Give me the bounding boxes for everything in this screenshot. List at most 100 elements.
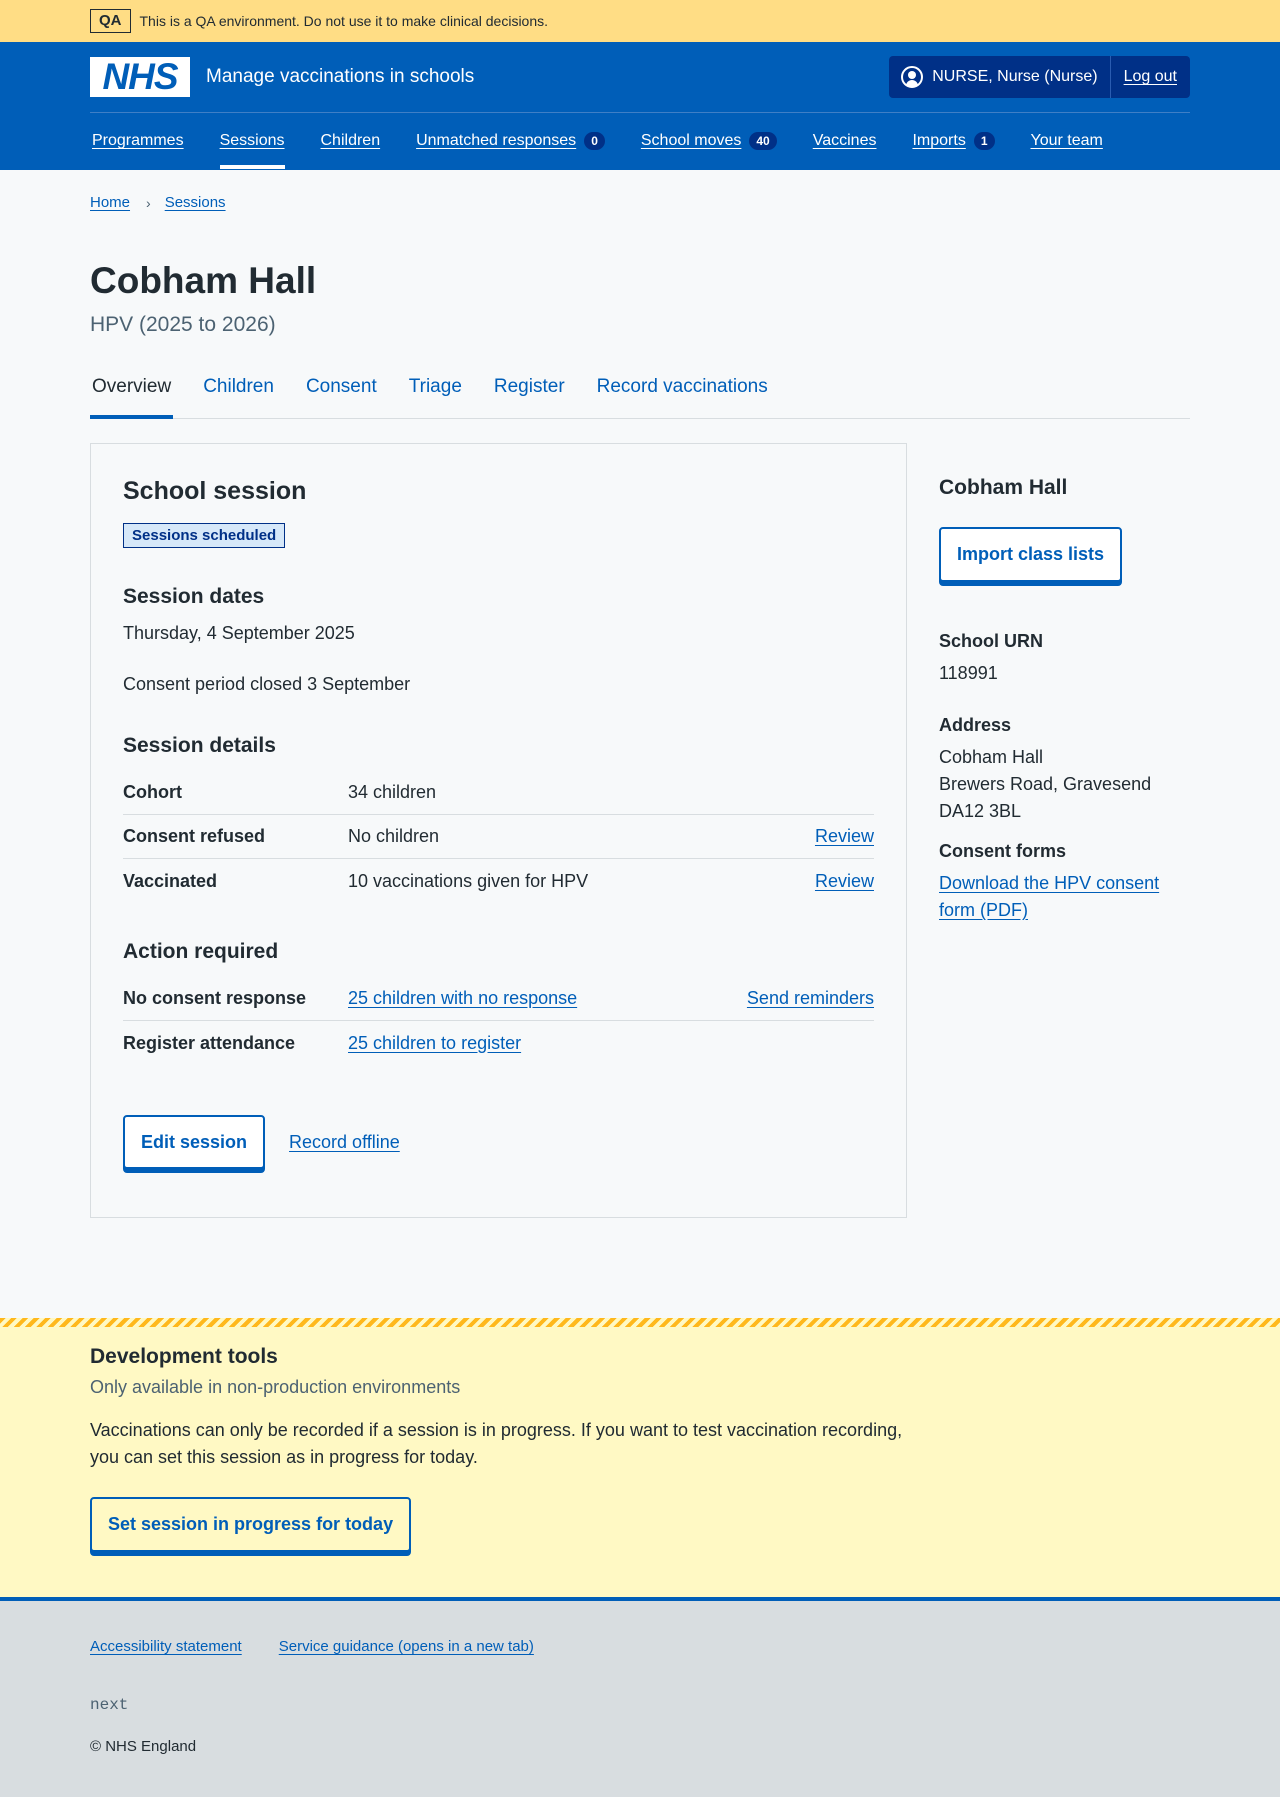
breadcrumb-home[interactable]: Home bbox=[90, 194, 130, 211]
site-footer: Accessibility statement Service guidance… bbox=[0, 1597, 1280, 1797]
address-value: Cobham Hall Brewers Road, Gravesend DA12… bbox=[939, 744, 1190, 825]
school-sidebar: Cobham Hall Import class lists School UR… bbox=[939, 443, 1190, 1218]
account-menu: NURSE, Nurse (Nurse) Log out bbox=[889, 56, 1190, 98]
school-moves-count: 40 bbox=[749, 132, 777, 150]
card-title: School session bbox=[123, 477, 307, 505]
session-details-list: Cohort 34 children Consent refused No ch… bbox=[123, 771, 874, 903]
site-header: NHS Manage vaccinations in schools NURSE… bbox=[0, 42, 1280, 170]
qa-tag: QA bbox=[90, 9, 131, 33]
nav-item-school-moves[interactable]: School moves 40 bbox=[641, 113, 777, 169]
nav-link-children[interactable]: Children bbox=[321, 132, 381, 150]
header-top: NHS Manage vaccinations in schools NURSE… bbox=[90, 42, 1190, 113]
overview-columns: School session Sessions scheduled Sessio… bbox=[90, 443, 1190, 1218]
nav-link-your-team[interactable]: Your team bbox=[1031, 132, 1103, 150]
tab-consent[interactable]: Consent bbox=[304, 375, 379, 418]
review-vaccinated-link[interactable]: Review bbox=[815, 871, 874, 892]
detail-value: 34 children bbox=[348, 782, 437, 802]
send-reminders-link[interactable]: Send reminders bbox=[747, 988, 874, 1009]
import-class-lists-button[interactable]: Import class lists bbox=[939, 527, 1123, 582]
no-response-children-link[interactable]: 25 children with no response bbox=[348, 988, 577, 1008]
imports-count: 1 bbox=[973, 132, 995, 150]
tab-children[interactable]: Children bbox=[201, 375, 276, 418]
tab-register[interactable]: Register bbox=[492, 375, 567, 418]
nav-item-your-team[interactable]: Your team bbox=[1031, 113, 1103, 169]
nav-item-children[interactable]: Children bbox=[321, 113, 381, 169]
nav-link-unmatched-responses[interactable]: Unmatched responses bbox=[416, 132, 576, 150]
edit-session-button[interactable]: Edit session bbox=[123, 1115, 266, 1169]
unmatched-responses-count: 0 bbox=[584, 132, 605, 150]
service-guidance-link[interactable]: Service guidance (opens in a new tab) bbox=[279, 1638, 534, 1655]
children-to-register-link[interactable]: 25 children to register bbox=[348, 1033, 521, 1053]
school-urn-value: 118991 bbox=[939, 663, 998, 683]
nhs-logo[interactable]: NHS bbox=[90, 57, 190, 97]
nav-link-vaccines[interactable]: Vaccines bbox=[813, 132, 877, 150]
school-urn-label: School URN bbox=[939, 631, 1044, 651]
user-icon bbox=[901, 66, 924, 88]
address-line: Brewers Road, Gravesend bbox=[939, 774, 1152, 794]
primary-nav: Programmes Sessions Children Unmatched r… bbox=[90, 113, 1190, 169]
nav-item-sessions[interactable]: Sessions bbox=[219, 113, 285, 169]
detail-value: 10 vaccinations given for HPV bbox=[348, 870, 589, 891]
nav-link-imports[interactable]: Imports bbox=[912, 132, 965, 150]
logout-link[interactable]: Log out bbox=[1111, 68, 1190, 86]
session-details-heading: Session details bbox=[123, 734, 276, 757]
copyright: © NHS England bbox=[90, 1738, 197, 1755]
devtools-title: Development tools bbox=[90, 1345, 278, 1368]
consent-forms-label: Consent forms bbox=[939, 841, 1067, 861]
detail-row-cohort: Cohort 34 children bbox=[123, 771, 874, 815]
school-session-card: School session Sessions scheduled Sessio… bbox=[90, 443, 907, 1218]
address-line: DA12 3BL bbox=[939, 801, 1022, 821]
warning-stripe bbox=[0, 1318, 1280, 1327]
detail-row-vaccinated: Vaccinated 10 vaccinations given for HPV… bbox=[123, 859, 874, 903]
record-offline-link[interactable]: Record offline bbox=[289, 1132, 400, 1153]
detail-value: No children bbox=[348, 826, 440, 846]
set-session-in-progress-button[interactable]: Set session in progress for today bbox=[90, 1497, 412, 1552]
sidebar-title: Cobham Hall bbox=[939, 476, 1068, 499]
detail-key: Cohort bbox=[123, 782, 182, 802]
accessibility-statement-link[interactable]: Accessibility statement bbox=[90, 1638, 242, 1655]
nav-link-sessions[interactable]: Sessions bbox=[220, 132, 285, 150]
nav-link-programmes[interactable]: Programmes bbox=[92, 132, 184, 150]
detail-row-consent-refused: Consent refused No children Review bbox=[123, 815, 874, 859]
action-key: No consent response bbox=[123, 988, 307, 1008]
session-date: Thursday, 4 September 2025 bbox=[123, 623, 355, 643]
address-line: Cobham Hall bbox=[939, 747, 1044, 767]
development-tools: Development tools Only available in non-… bbox=[0, 1318, 1280, 1600]
qa-banner: QA This is a QA environment. Do not use … bbox=[0, 0, 1280, 42]
action-key: Register attendance bbox=[123, 1032, 296, 1053]
review-consent-refused-link[interactable]: Review bbox=[815, 826, 874, 847]
session-dates-heading: Session dates bbox=[123, 585, 265, 608]
page-caption: HPV (2025 to 2026) bbox=[90, 313, 276, 336]
action-required-heading: Action required bbox=[123, 940, 279, 963]
tab-triage[interactable]: Triage bbox=[407, 375, 464, 418]
breadcrumb: Home › Sessions bbox=[90, 194, 1190, 211]
consent-period: Consent period closed 3 September bbox=[123, 674, 411, 694]
qa-banner-text: This is a QA environment. Do not use it … bbox=[139, 13, 549, 29]
brand[interactable]: NHS Manage vaccinations in schools bbox=[90, 57, 474, 97]
footer-links: Accessibility statement Service guidance… bbox=[90, 1638, 1190, 1655]
action-row-register: Register attendance 25 children to regis… bbox=[123, 1021, 874, 1065]
page-title: Cobham Hall bbox=[90, 260, 317, 301]
nav-item-unmatched-responses[interactable]: Unmatched responses 0 bbox=[416, 113, 605, 169]
main-content: Home › Sessions Cobham Hall HPV (2025 to… bbox=[90, 194, 1190, 1218]
chevron-right-icon: › bbox=[146, 194, 151, 211]
nav-item-vaccines[interactable]: Vaccines bbox=[813, 113, 877, 169]
nav-link-school-moves[interactable]: School moves bbox=[641, 132, 742, 150]
nhs-logo-text: NHS bbox=[102, 56, 178, 97]
action-row-no-consent: No consent response 25 children with no … bbox=[123, 977, 874, 1021]
action-required-list: No consent response 25 children with no … bbox=[123, 977, 874, 1065]
breadcrumb-sessions[interactable]: Sessions bbox=[165, 194, 226, 211]
tab-overview[interactable]: Overview bbox=[90, 375, 174, 419]
devtools-subtitle: Only available in non-production environ… bbox=[90, 1377, 461, 1397]
address-label: Address bbox=[939, 715, 1012, 735]
app-version: next bbox=[90, 1696, 129, 1714]
tab-record-vaccinations[interactable]: Record vaccinations bbox=[595, 375, 770, 418]
session-tabs: Overview Children Consent Triage Registe… bbox=[90, 375, 1190, 419]
user-name: NURSE, Nurse (Nurse) bbox=[932, 68, 1098, 85]
nav-item-programmes[interactable]: Programmes bbox=[92, 113, 184, 169]
service-name[interactable]: Manage vaccinations in schools bbox=[206, 66, 474, 88]
detail-key: Vaccinated bbox=[123, 870, 218, 891]
nav-item-imports[interactable]: Imports 1 bbox=[912, 113, 995, 169]
download-consent-form-link[interactable]: Download the HPV consent form (PDF) bbox=[939, 873, 1159, 920]
account-user: NURSE, Nurse (Nurse) bbox=[889, 56, 1111, 98]
